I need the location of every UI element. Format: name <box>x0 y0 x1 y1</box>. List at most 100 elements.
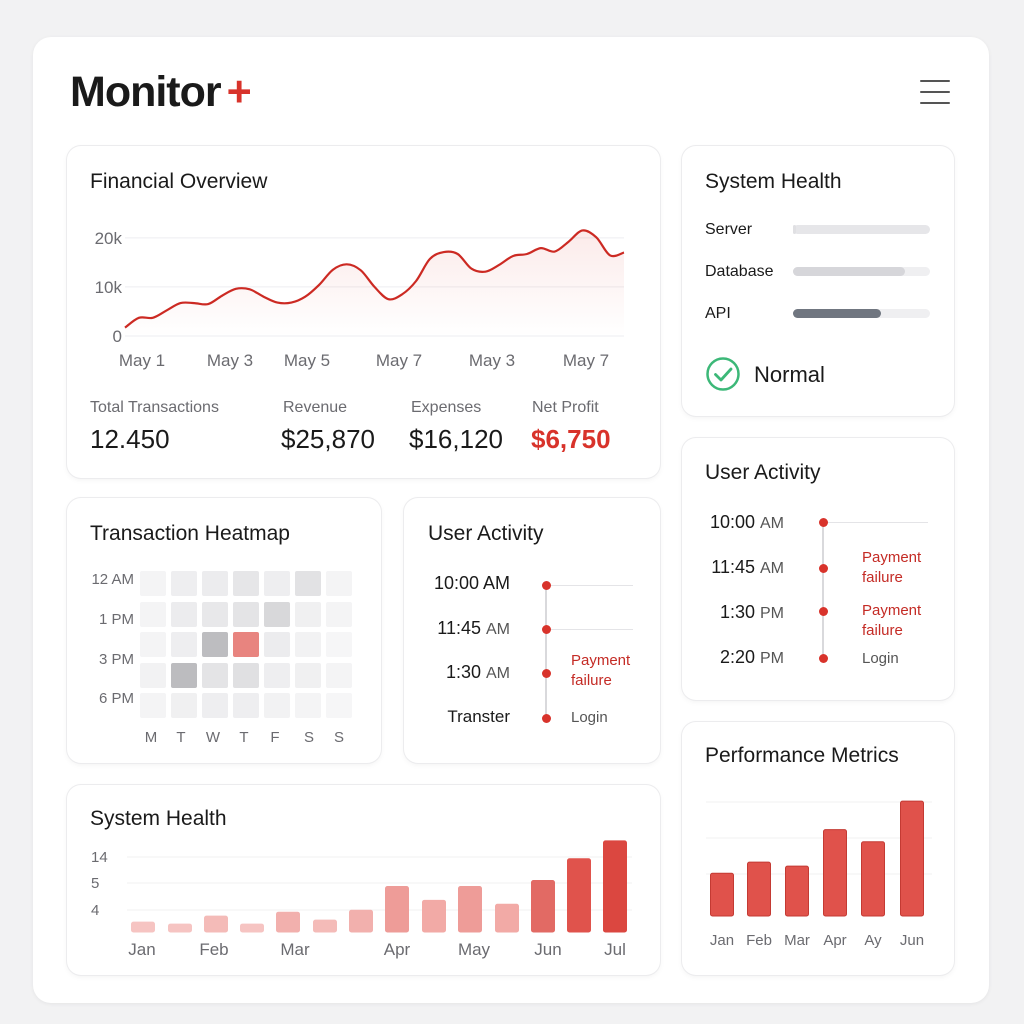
heatmap-cell[interactable] <box>140 662 166 688</box>
activity-time: 11:45 AM <box>711 557 784 577</box>
heatmap-cell[interactable] <box>202 693 228 718</box>
heatmap-cell[interactable] <box>202 662 228 688</box>
perf-bar[interactable] <box>785 865 809 917</box>
financial-x-tick-label: May 3 <box>469 351 515 370</box>
stat-label-net-profit: Net Profit <box>532 399 599 416</box>
heatmap-cell[interactable] <box>140 601 166 627</box>
heatmap-cell[interactable] <box>264 632 290 657</box>
heatmap-cell[interactable] <box>295 632 321 657</box>
heatmap-cell[interactable] <box>171 693 197 718</box>
activity-event: Login <box>571 709 608 726</box>
menu-line <box>920 91 950 93</box>
bar[interactable] <box>168 923 192 933</box>
financial-x-tick-label: May 7 <box>563 351 609 370</box>
heatmap-cell[interactable] <box>202 601 228 627</box>
health-bar-database <box>793 267 930 276</box>
system-health-bar-chart: 14 5 4 Jan Feb Mar Apr May Jun Jul <box>91 840 632 959</box>
heatmap-row-label: 12 AM <box>91 571 134 588</box>
bar[interactable] <box>603 840 627 933</box>
heatmap-col-label: T <box>176 729 186 746</box>
heatmap-cell[interactable] <box>171 571 197 596</box>
heatmap-cell[interactable] <box>233 632 259 657</box>
heatmap-cell[interactable] <box>171 632 197 657</box>
transaction-heatmap-card: Transaction Heatmap 12 AM 1 PM 3 PM 6 PM… <box>67 498 381 763</box>
perf-x-tick-label: Jun <box>900 932 924 949</box>
heatmap-cell[interactable] <box>326 662 352 688</box>
bar[interactable] <box>385 885 409 933</box>
heatmap-cell[interactable] <box>295 601 321 627</box>
heatmap-cell[interactable] <box>140 693 166 718</box>
bar-x-tick-label: Mar <box>280 940 310 959</box>
bar[interactable] <box>204 915 228 933</box>
bar[interactable] <box>567 858 591 933</box>
bar[interactable] <box>495 903 519 933</box>
bar-x-tick-label: Feb <box>199 940 228 959</box>
heatmap-cell[interactable] <box>264 571 290 596</box>
perf-bar[interactable] <box>861 841 885 917</box>
perf-bar[interactable] <box>747 861 771 917</box>
heatmap-cell[interactable] <box>233 571 259 596</box>
performance-bar-chart: Jan Feb Mar Apr Ay Jun <box>706 800 932 949</box>
check-circle-icon <box>706 357 740 391</box>
timeline-dot <box>542 581 551 590</box>
heatmap-cell[interactable] <box>295 662 321 688</box>
heatmap-cell[interactable] <box>264 662 290 688</box>
app-name-suffix: + <box>226 68 252 116</box>
bar[interactable] <box>131 921 155 933</box>
health-bar-api-fill <box>793 309 881 318</box>
health-label-database: Database <box>705 263 774 280</box>
heatmap-row-label: 3 PM <box>98 651 134 668</box>
user-activity-card-right: User Activity 10:00 AM 11:45 AM Payment … <box>682 438 954 700</box>
bar[interactable] <box>422 899 446 933</box>
heatmap-cell[interactable] <box>233 601 259 627</box>
financial-overview-title: Financial Overview <box>90 170 268 193</box>
heatmap-cell[interactable] <box>326 571 352 596</box>
menu-icon[interactable] <box>920 80 950 104</box>
financial-x-tick-label: May 1 <box>119 351 165 370</box>
heatmap-cell[interactable] <box>295 571 321 596</box>
stat-label-revenue: Revenue <box>283 399 348 416</box>
activity-time: Transter <box>447 707 510 726</box>
perf-bar[interactable] <box>823 829 847 917</box>
heatmap-cell[interactable] <box>233 662 259 688</box>
user-activity-right-title: User Activity <box>705 461 821 484</box>
health-bar-database-fill <box>793 267 906 276</box>
stat-label-total-transactions: Total Transactions <box>90 399 219 416</box>
menu-line <box>920 102 950 104</box>
bar-x-tick-label: Jul <box>604 940 626 959</box>
bar[interactable] <box>276 911 300 933</box>
status-text: Normal <box>754 362 825 387</box>
heatmap-cell[interactable] <box>202 571 228 596</box>
timeline-dot <box>819 654 828 663</box>
heatmap-cell[interactable] <box>264 693 290 718</box>
heatmap-cell[interactable] <box>326 693 352 718</box>
heatmap-cell[interactable] <box>171 601 197 627</box>
heatmap-cell[interactable] <box>326 632 352 657</box>
perf-x-tick-label: Apr <box>823 932 846 949</box>
perf-bar[interactable] <box>710 872 734 917</box>
bar[interactable] <box>458 885 482 933</box>
heatmap-cell[interactable] <box>202 632 228 657</box>
bar[interactable] <box>313 919 337 933</box>
heatmap-cell[interactable] <box>233 693 259 718</box>
heatmap-cell[interactable] <box>140 632 166 657</box>
user-activity-card: User Activity 10:00 AM 11:45 AM 1:30 AM … <box>404 498 660 763</box>
heatmap-grid <box>67 498 381 763</box>
heatmap-cell[interactable] <box>140 571 166 596</box>
bar[interactable] <box>349 909 373 933</box>
heatmap-col-label: F <box>270 729 280 746</box>
heatmap-cell[interactable] <box>171 662 197 688</box>
heatmap-cell[interactable] <box>295 693 321 718</box>
app-logo[interactable]: Monitor + <box>70 68 252 117</box>
stat-value-total-transactions: 12.450 <box>90 424 170 454</box>
bar-x-tick-label: Apr <box>384 940 411 959</box>
timeline-divider <box>550 585 633 586</box>
health-label-api: API <box>705 305 731 322</box>
perf-x-tick-label: Ay <box>864 932 882 949</box>
heatmap-cell[interactable] <box>264 601 290 627</box>
perf-bar[interactable] <box>900 800 924 917</box>
bar[interactable] <box>531 880 555 933</box>
heatmap-cell[interactable] <box>326 601 352 627</box>
app-name: Monitor <box>70 68 222 116</box>
bar[interactable] <box>240 923 264 933</box>
